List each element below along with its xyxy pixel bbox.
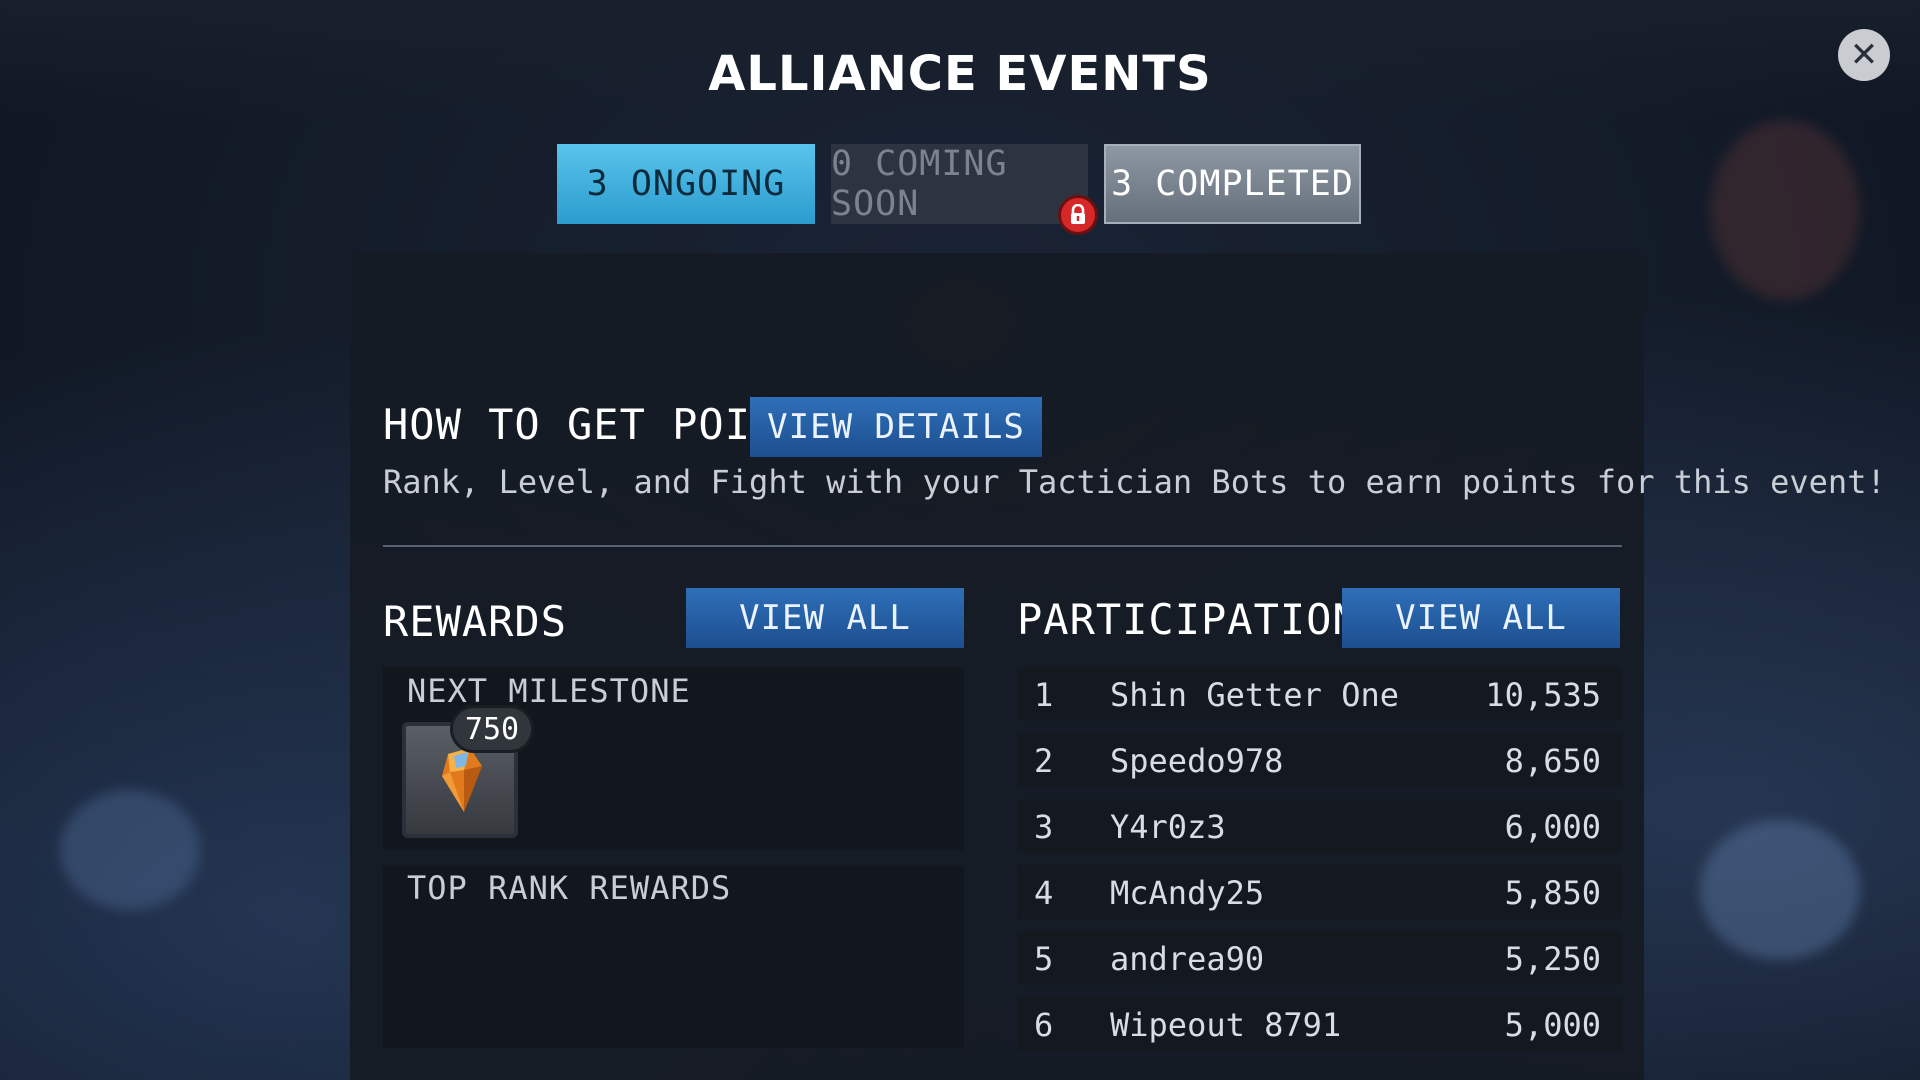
rewards-view-all-label: VIEW ALL [739, 598, 911, 638]
row-points: 10,535 [1485, 676, 1601, 714]
top-rank-rewards-label: TOP RANK REWARDS [407, 869, 732, 907]
row-rank: 4 [1034, 874, 1054, 912]
divider [383, 545, 1622, 547]
participation-row[interactable]: 4 McAndy25 5,850 [1017, 865, 1621, 919]
row-player-name: Y4r0z3 [1110, 808, 1226, 846]
background-glow [1710, 120, 1860, 300]
page-title: ALLIANCE EVENTS [708, 46, 1212, 102]
view-details-button[interactable]: VIEW DETAILS [750, 397, 1042, 457]
participation-view-all-label: VIEW ALL [1395, 598, 1567, 638]
tab-ongoing[interactable]: 3 ONGOING [557, 144, 815, 224]
view-details-label: VIEW DETAILS [767, 407, 1025, 447]
participation-row[interactable]: 2 Speedo978 8,650 [1017, 733, 1621, 787]
tab-completed[interactable]: 3 COMPLETED [1104, 144, 1361, 224]
participation-row[interactable]: 1 Shin Getter One 10,535 [1017, 667, 1621, 721]
next-milestone-label: NEXT MILESTONE [407, 672, 691, 710]
participation-row[interactable]: 5 andrea90 5,250 [1017, 931, 1621, 985]
points-description: Rank, Level, and Fight with your Tactici… [383, 463, 1886, 501]
row-player-name: Wipeout 8791 [1110, 1006, 1342, 1044]
milestone-points-badge: 750 [450, 705, 534, 753]
tab-coming-soon-label: 0 COMING SOON [831, 144, 1008, 224]
close-button[interactable]: ✕ [1838, 29, 1890, 81]
row-points: 5,250 [1504, 940, 1601, 978]
lock-icon [1058, 195, 1098, 235]
row-points: 5,000 [1504, 1006, 1601, 1044]
row-player-name: andrea90 [1110, 940, 1265, 978]
tab-completed-label: 3 COMPLETED [1111, 164, 1354, 204]
row-player-name: Speedo978 [1110, 742, 1284, 780]
rewards-view-all-button[interactable]: VIEW ALL [686, 588, 964, 648]
background-glow [60, 790, 200, 910]
row-rank: 3 [1034, 808, 1054, 846]
participation-view-all-button[interactable]: VIEW ALL [1342, 588, 1620, 648]
row-rank: 5 [1034, 940, 1054, 978]
close-icon: ✕ [1849, 35, 1879, 75]
participation-row[interactable]: 6 Wipeout 8791 5,000 [1017, 997, 1621, 1051]
background-glow [1700, 820, 1860, 960]
tab-ongoing-label: 3 ONGOING [586, 164, 786, 204]
tab-coming-soon[interactable]: 0 COMING SOON [831, 144, 1088, 224]
milestone-points: 750 [464, 711, 520, 747]
row-points: 5,850 [1504, 874, 1601, 912]
row-rank: 2 [1034, 742, 1054, 780]
participation-row[interactable]: 3 Y4r0z3 6,000 [1017, 799, 1621, 853]
row-points: 8,650 [1504, 742, 1601, 780]
row-rank: 1 [1034, 676, 1054, 714]
row-points: 6,000 [1504, 808, 1601, 846]
row-player-name: Shin Getter One [1110, 676, 1399, 714]
row-rank: 6 [1034, 1006, 1054, 1044]
rewards-heading: REWARDS [383, 597, 568, 646]
participation-heading: PARTICIPATION [1017, 595, 1359, 644]
row-player-name: McAndy25 [1110, 874, 1265, 912]
